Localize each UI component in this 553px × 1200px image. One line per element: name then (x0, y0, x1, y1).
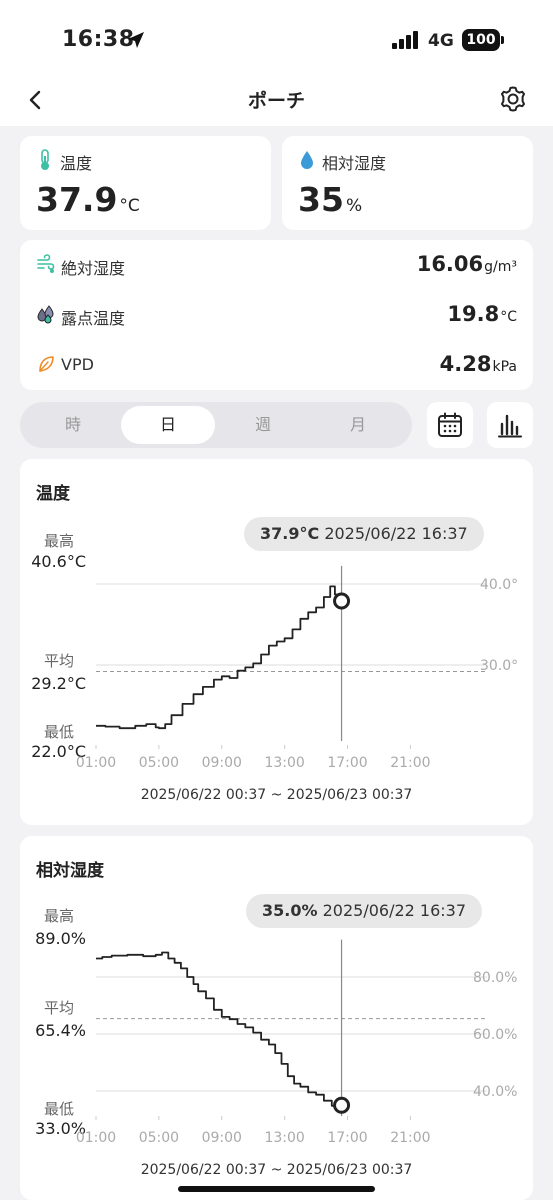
period-segmented-control: 時 日 週 月 (20, 402, 412, 448)
dew-point-label: 露点温度 (61, 309, 126, 328)
dew-point-value: 19.8 (447, 302, 500, 326)
humidity-card[interactable]: 相対湿度 35% (282, 136, 533, 230)
tab-day[interactable]: 日 (121, 406, 215, 444)
x-tick-label: 17:00 (327, 1130, 367, 1146)
series-line (96, 585, 343, 730)
absolute-humidity-row: 絶対湿度 16.06g/m³ (20, 240, 533, 290)
vpd-unit: kPa (492, 359, 518, 375)
wind-humidity-icon (37, 254, 55, 273)
x-tick-label: 13:00 (264, 755, 304, 771)
temperature-value-wrap: 37.9 °C (36, 180, 140, 219)
y-tick-label: 40.0° (480, 577, 518, 593)
humidity-chart-card: 相対湿度 最高 89.0% 平均 65.4% 最低 33.0% 35.0% 20… (20, 836, 533, 1200)
temperature-line-chart[interactable]: 30.0° 40.0° 01:00 05:00 09:00 13:00 17:00 21:00 (20, 459, 533, 799)
humidity-value-wrap: 35% (298, 180, 362, 219)
temperature-chart-card: 温度 最高 40.6°C 平均 29.2°C 最低 22.0°C 37.9°C … (20, 459, 533, 825)
dew-drops-icon (37, 305, 54, 324)
absolute-humidity-unit: g/m³ (484, 259, 517, 275)
dew-point-row: 露点温度 19.8°C (20, 290, 533, 340)
temperature-value: 37.9 (36, 180, 118, 219)
x-tick-label: 01:00 (76, 1130, 116, 1146)
calendar-button[interactable] (427, 402, 473, 448)
battery-indicator: 100 (462, 29, 500, 51)
status-time: 16:38 (62, 27, 135, 52)
y-tick-label: 60.0% (473, 1027, 517, 1043)
x-tick-label: 09:00 (202, 1130, 242, 1146)
absolute-humidity-label: 絶対湿度 (61, 259, 126, 278)
chart-range: 2025/06/22 00:37 ~ 2025/06/23 00:37 (140, 787, 413, 803)
tab-month[interactable]: 月 (311, 406, 405, 444)
detail-metrics-card: 絶対湿度 16.06g/m³ 露点温度 19.8°C VPD 4.28kPa (20, 240, 533, 390)
x-tick-label: 09:00 (202, 755, 242, 771)
status-bar: 16:38 4G 100 (0, 0, 553, 76)
home-indicator (178, 1186, 375, 1192)
network-type: 4G (428, 31, 454, 51)
y-tick-label: 40.0% (473, 1084, 517, 1100)
x-tick-label: 05:00 (139, 1130, 179, 1146)
thermometer-icon (41, 149, 49, 170)
temperature-card[interactable]: 温度 37.9 °C (20, 136, 271, 230)
calendar-icon (438, 412, 462, 437)
dew-point-value-wrap: 19.8°C (447, 302, 517, 326)
chart-range: 2025/06/22 00:37 ~ 2025/06/23 00:37 (140, 1162, 413, 1178)
absolute-humidity-value: 16.06 (416, 252, 484, 276)
x-tick-label: 21:00 (390, 1130, 430, 1146)
y-tick-label: 80.0% (473, 970, 517, 986)
water-drop-icon (301, 151, 313, 169)
x-tick-label: 05:00 (139, 755, 179, 771)
cursor-marker (333, 1096, 351, 1114)
tab-week[interactable]: 週 (216, 406, 310, 444)
humidity-unit: % (345, 196, 363, 216)
dew-point-unit: °C (500, 309, 517, 325)
vpd-value-wrap: 4.28kPa (440, 352, 517, 376)
tab-hour[interactable]: 時 (26, 406, 120, 444)
vpd-row: VPD 4.28kPa (20, 340, 533, 390)
x-tick-label: 13:00 (264, 1130, 304, 1146)
bar-chart-icon (498, 414, 522, 438)
x-tick-label: 21:00 (390, 755, 430, 771)
vpd-label: VPD (61, 355, 94, 374)
temperature-unit: °C (119, 196, 140, 216)
leaf-icon (39, 356, 54, 372)
signal-strength-icon (392, 31, 418, 49)
battery-tip (501, 36, 504, 44)
y-tick-label: 30.0° (480, 658, 518, 674)
humidity-line-chart[interactable]: 40.0% 60.0% 80.0% 01:00 05:00 09:00 13:00 17:00… (20, 836, 533, 1156)
x-tick-label: 01:00 (76, 755, 116, 771)
series-line (96, 951, 343, 1107)
vpd-value: 4.28 (439, 352, 492, 376)
nav-bar: ポーチ (0, 76, 553, 126)
location-arrow-icon (128, 32, 144, 48)
page-title: ポーチ (247, 90, 305, 112)
cursor-marker (333, 592, 351, 610)
x-tick-label: 17:00 (327, 755, 367, 771)
stats-button[interactable] (487, 402, 533, 448)
gear-icon[interactable] (498, 84, 528, 114)
temperature-label: 温度 (60, 154, 93, 173)
absolute-humidity-value-wrap: 16.06g/m³ (417, 252, 517, 276)
humidity-value: 35 (298, 180, 344, 219)
humidity-label: 相対湿度 (322, 154, 387, 173)
